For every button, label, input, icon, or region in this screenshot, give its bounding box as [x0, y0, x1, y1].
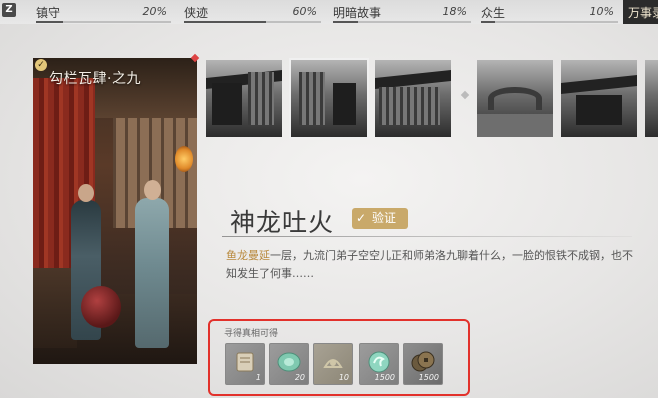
swirl-jade-icon: [368, 351, 390, 373]
story-description: 鱼龙曼延一层，九流门弟子空空儿正和师弟洛九聊着什么，一脸的恨铁不成钢，也不知发生…: [226, 247, 642, 283]
reward-item[interactable]: 1500: [403, 343, 443, 385]
reward-item[interactable]: 1500: [359, 343, 399, 385]
reward-count: 10: [338, 373, 349, 382]
jade-token-icon: [277, 352, 301, 372]
poster-red-jar: [81, 286, 121, 328]
reward-item[interactable]: 10: [313, 343, 353, 385]
reward-count: 1500: [374, 373, 395, 382]
tab-label: 侠迹: [184, 6, 209, 20]
gallery-thumbnail[interactable]: [561, 60, 637, 137]
tab-xiaji[interactable]: 侠迹 60%: [184, 0, 321, 24]
tab-progress-fill: [481, 21, 495, 23]
tab-zhongsheng[interactable]: 众生 10%: [481, 0, 618, 24]
checkmark-icon: ✓: [356, 211, 367, 225]
gallery-thumbnail[interactable]: [206, 60, 282, 137]
gallery-thumbnail[interactable]: [375, 60, 451, 137]
tab-progress-fill: [333, 21, 358, 23]
poster-figure-right: [135, 180, 169, 348]
coin-icon: [411, 351, 435, 372]
tab-wanshilu[interactable]: 万事录: [623, 0, 658, 24]
relic-icon: [323, 359, 343, 368]
completed-check-icon: ✓: [35, 59, 47, 71]
tab-percent: 60%: [292, 5, 317, 18]
tab-progress-fill: [36, 21, 63, 23]
story-poster-image[interactable]: [33, 58, 197, 364]
rewards-label: 寻得真相可得: [224, 329, 279, 339]
tab-percent: 18%: [442, 5, 467, 18]
tab-percent: 20%: [142, 5, 167, 18]
tab-mingan-gushi[interactable]: 明暗故事 18%: [333, 0, 471, 24]
tab-label: 众生: [481, 6, 506, 20]
gallery-thumbnail[interactable]: [645, 60, 658, 137]
reward-count: 1500: [418, 373, 439, 382]
z-hotkey-hint[interactable]: Z: [2, 3, 16, 17]
poster-lantern: [175, 146, 193, 172]
description-text: 一层，九流门弟子空空儿正和师弟洛九聊着什么，一脸的恨铁不成钢，也不知发生了何事……: [226, 249, 633, 280]
tab-progress-fill: [184, 21, 267, 23]
gallery-thumbnail-selected[interactable]: [289, 58, 369, 139]
title-divider: [222, 236, 632, 237]
tab-percent: 10%: [589, 5, 614, 18]
reward-count: 20: [294, 373, 305, 382]
scroll-icon: [236, 352, 254, 372]
reward-item[interactable]: 20: [269, 343, 309, 385]
location-highlight: 鱼龙曼延: [226, 249, 270, 262]
poster-title: 勾栏瓦肆·之九: [49, 71, 141, 87]
tab-zhenshou[interactable]: 镇守 20%: [36, 0, 171, 24]
gallery-thumbnail[interactable]: [477, 60, 553, 137]
tab-progress-track: [481, 21, 618, 23]
tab-label: 镇守: [36, 6, 61, 20]
story-title: 神龙吐火: [230, 208, 335, 237]
reward-item[interactable]: 1: [225, 343, 265, 385]
tab-label: 明暗故事: [333, 6, 382, 20]
reward-count: 1: [255, 373, 261, 382]
gallery-divider-icon: [460, 90, 470, 100]
